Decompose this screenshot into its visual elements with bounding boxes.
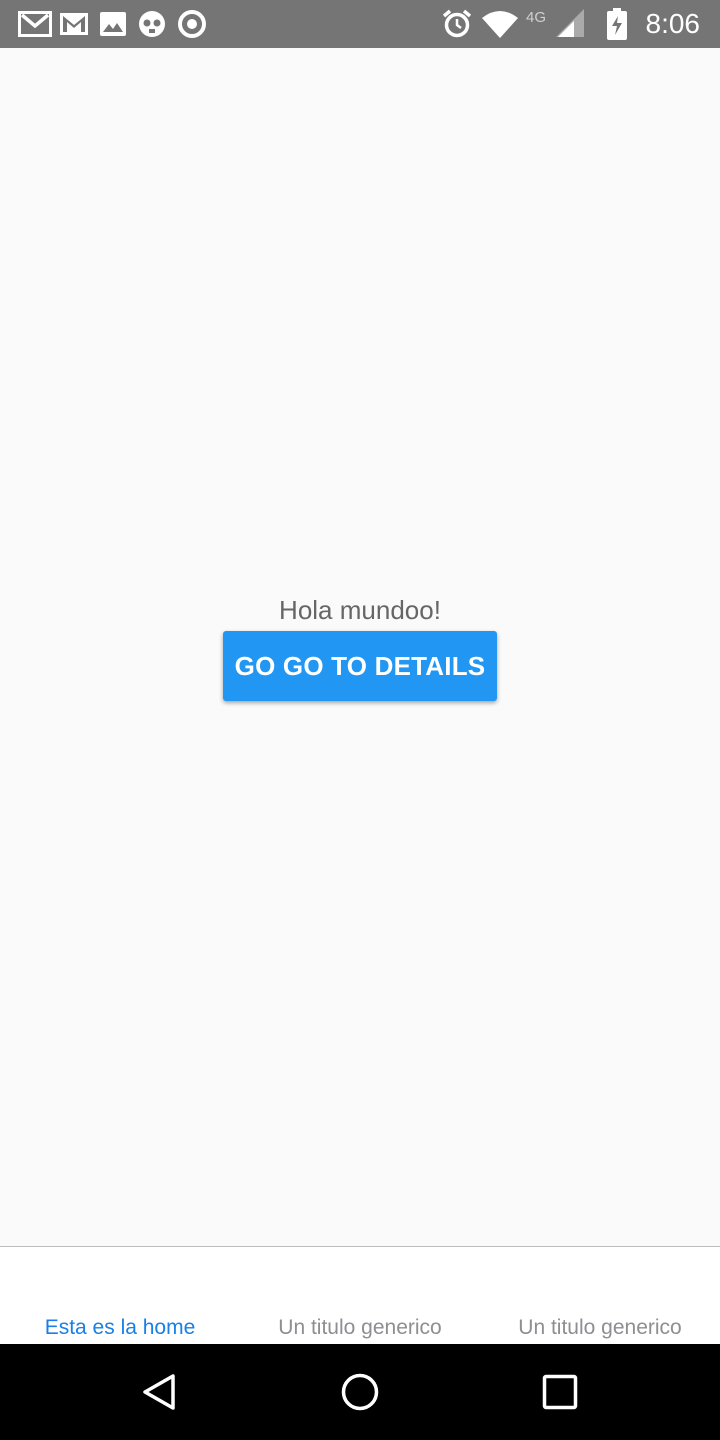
recents-icon — [542, 1374, 578, 1410]
greeting-text: Hola mundoo! — [279, 595, 441, 625]
image-icon — [100, 0, 126, 48]
gmail-icon — [60, 0, 88, 48]
wifi-icon — [482, 0, 518, 48]
tab-label: Esta es la home — [44, 1316, 196, 1339]
alarm-icon — [442, 0, 472, 48]
go-to-details-button[interactable]: GO GO TO DETAILS — [223, 631, 497, 701]
gmail-icon — [18, 0, 52, 48]
bottom-tab-bar: Esta es la home Un titulo generico Un ti… — [0, 1246, 720, 1344]
clock: 8:06 — [645, 8, 701, 39]
screen: 4G 8:06 Hola mundoo! GO GO TO DETAILS Es… — [0, 0, 720, 1440]
tab-home[interactable]: Esta es la home — [0, 1247, 240, 1344]
record-icon — [178, 0, 206, 48]
battery-charging-icon — [607, 0, 627, 48]
tab-generic-1[interactable]: Un titulo generico — [240, 1247, 480, 1344]
tab-label: Un titulo generico — [278, 1316, 442, 1339]
recents-button[interactable] — [500, 1344, 620, 1440]
tab-generic-2[interactable]: Un titulo generico — [480, 1247, 720, 1344]
home-button[interactable] — [300, 1344, 420, 1440]
back-icon — [143, 1374, 175, 1410]
navigation-bar — [0, 1344, 720, 1440]
main-content: Hola mundoo! GO GO TO DETAILS — [0, 48, 720, 1246]
pirate-icon — [137, 0, 167, 48]
signal-icon — [556, 0, 586, 48]
network-type-label: 4G — [526, 9, 547, 26]
tab-label: Un titulo generico — [518, 1316, 682, 1339]
home-icon — [341, 1373, 379, 1411]
back-button[interactable] — [100, 1344, 220, 1440]
status-bar: 4G 8:06 — [0, 0, 720, 48]
